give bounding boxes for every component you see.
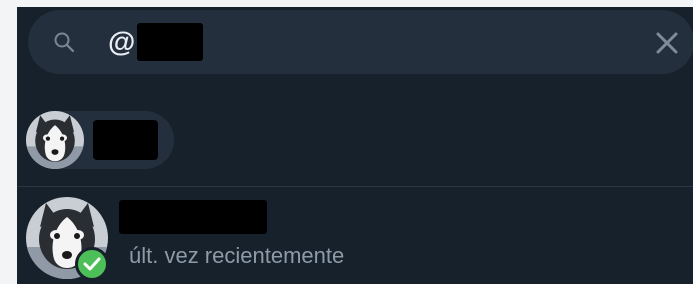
checkmark-icon [83, 257, 101, 271]
search-icon [54, 32, 75, 53]
avatar [26, 111, 84, 169]
last-seen-status: últ. vez recientemente [129, 243, 345, 268]
search-panel: @ últ. vez recientemente [17, 7, 693, 284]
redacted-user-name [119, 200, 267, 234]
search-input[interactable]: @ [108, 23, 204, 61]
search-result-row[interactable]: últ. vez recientemente [17, 187, 693, 284]
online-badge [75, 247, 109, 281]
husky-avatar-image [26, 111, 84, 169]
search-bar[interactable]: @ [28, 10, 693, 74]
search-query-prefix: @ [108, 26, 136, 57]
redacted-query [137, 23, 204, 61]
recent-contact-chip[interactable] [26, 111, 174, 169]
close-icon[interactable] [654, 30, 680, 56]
redacted-contact-name [93, 120, 158, 160]
